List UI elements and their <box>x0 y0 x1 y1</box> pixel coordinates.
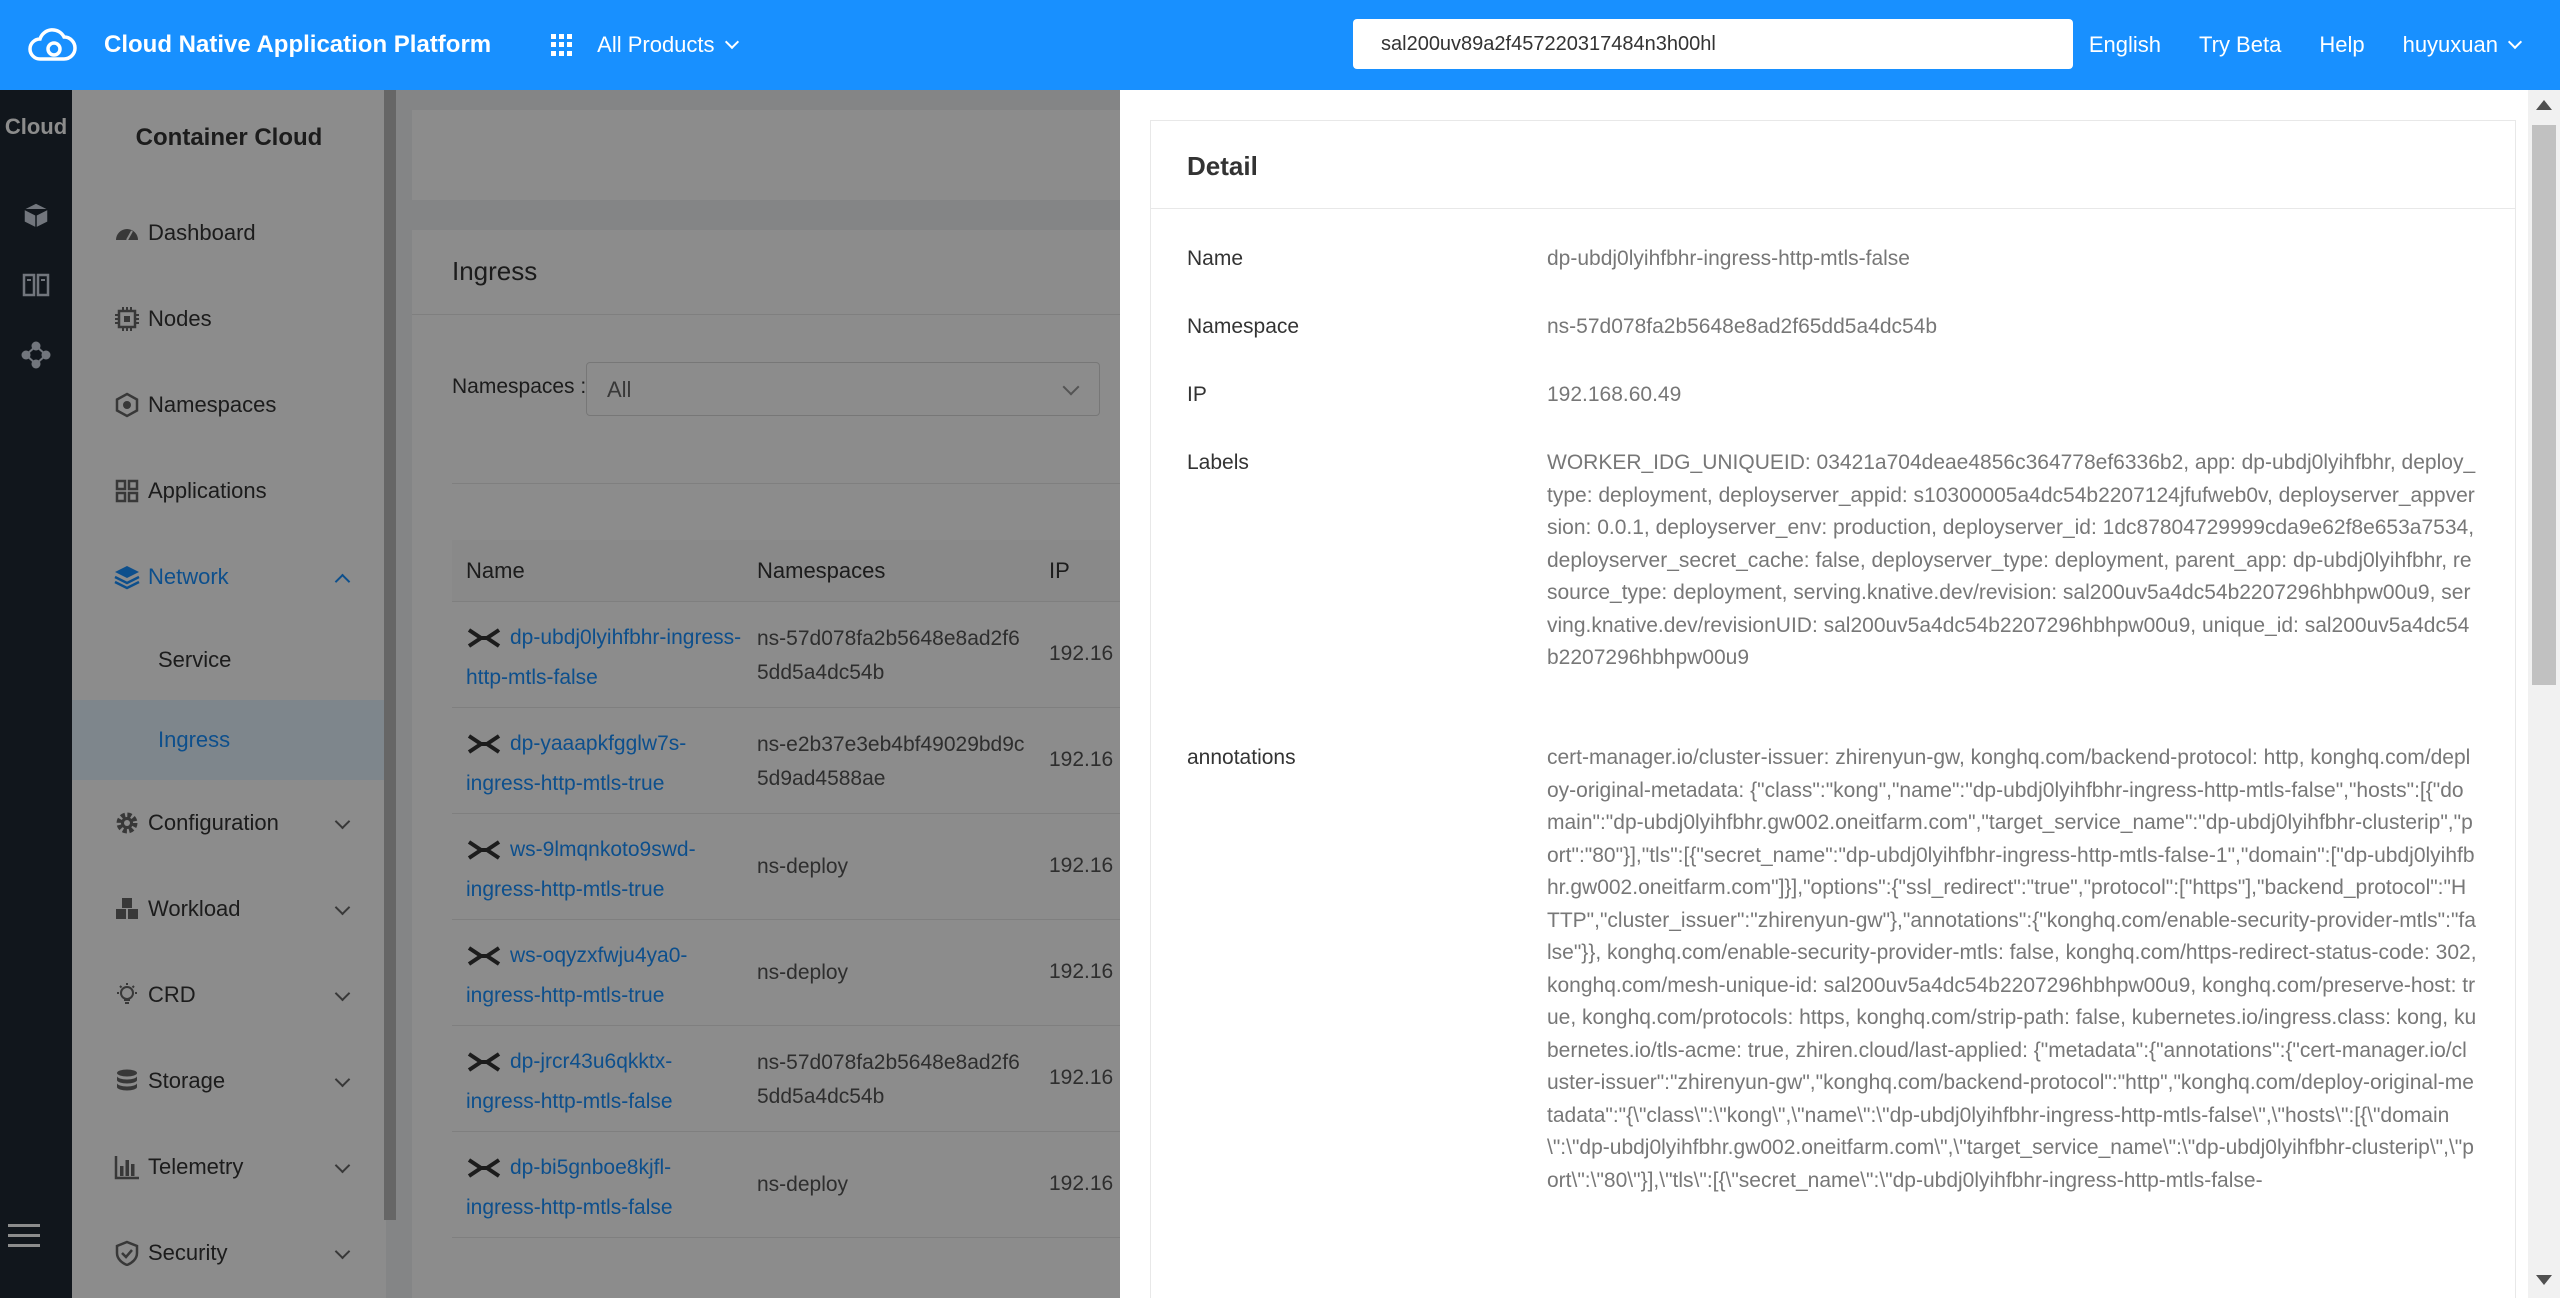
language-link[interactable]: English <box>2089 32 2161 58</box>
detail-key: Name <box>1187 247 1244 270</box>
chevron-down-icon <box>2507 34 2523 50</box>
scroll-up-arrow-icon[interactable] <box>2536 100 2552 110</box>
all-products-label: All Products <box>597 32 715 57</box>
detail-value: ns-57d078fa2b5648e8ad2f65dd5a4dc54b <box>1547 315 1938 338</box>
detail-key: IP <box>1187 383 1207 406</box>
cloud-logo-icon[interactable] <box>26 25 78 65</box>
top-header: Cloud Native Application Platform All Pr… <box>0 0 2560 90</box>
detail-key: Namespace <box>1187 315 1300 338</box>
detail-title: Detail <box>1151 121 2515 209</box>
global-search-input[interactable] <box>1353 19 2073 69</box>
detail-value: 192.168.60.49 <box>1547 383 1682 406</box>
detail-value: WORKER_IDG_UNIQUEID: 03421a704deae4856c3… <box>1547 451 2476 669</box>
all-products-menu[interactable]: All Products <box>551 32 739 58</box>
drawer-mask-overlay[interactable] <box>0 90 1120 1298</box>
drawer-scrollbar-thumb[interactable] <box>2532 125 2556 685</box>
detail-value: cert-manager.io/cluster-issuer: zhirenyu… <box>1547 746 2477 1192</box>
app-title[interactable]: Cloud Native Application Platform <box>104 31 491 59</box>
user-menu[interactable]: huyuxuan <box>2402 32 2523 58</box>
detail-value: dp-ubdj0lyihfbhr-ingress-http-mtls-false <box>1547 247 1910 270</box>
help-link[interactable]: Help <box>2319 32 2364 58</box>
grid-icon <box>551 34 573 56</box>
detail-key: Labels <box>1187 451 1249 474</box>
detail-drawer: Detail Name dp-ubdj0lyihfbhr-ingress-htt… <box>1120 90 2560 1298</box>
try-beta-link[interactable]: Try Beta <box>2199 32 2281 58</box>
user-name: huyuxuan <box>2402 32 2498 57</box>
scroll-down-arrow-icon[interactable] <box>2536 1275 2552 1285</box>
detail-card: Detail Name dp-ubdj0lyihfbhr-ingress-htt… <box>1150 120 2516 1298</box>
detail-key: annotations <box>1187 746 1296 769</box>
chevron-down-icon <box>724 34 739 50</box>
